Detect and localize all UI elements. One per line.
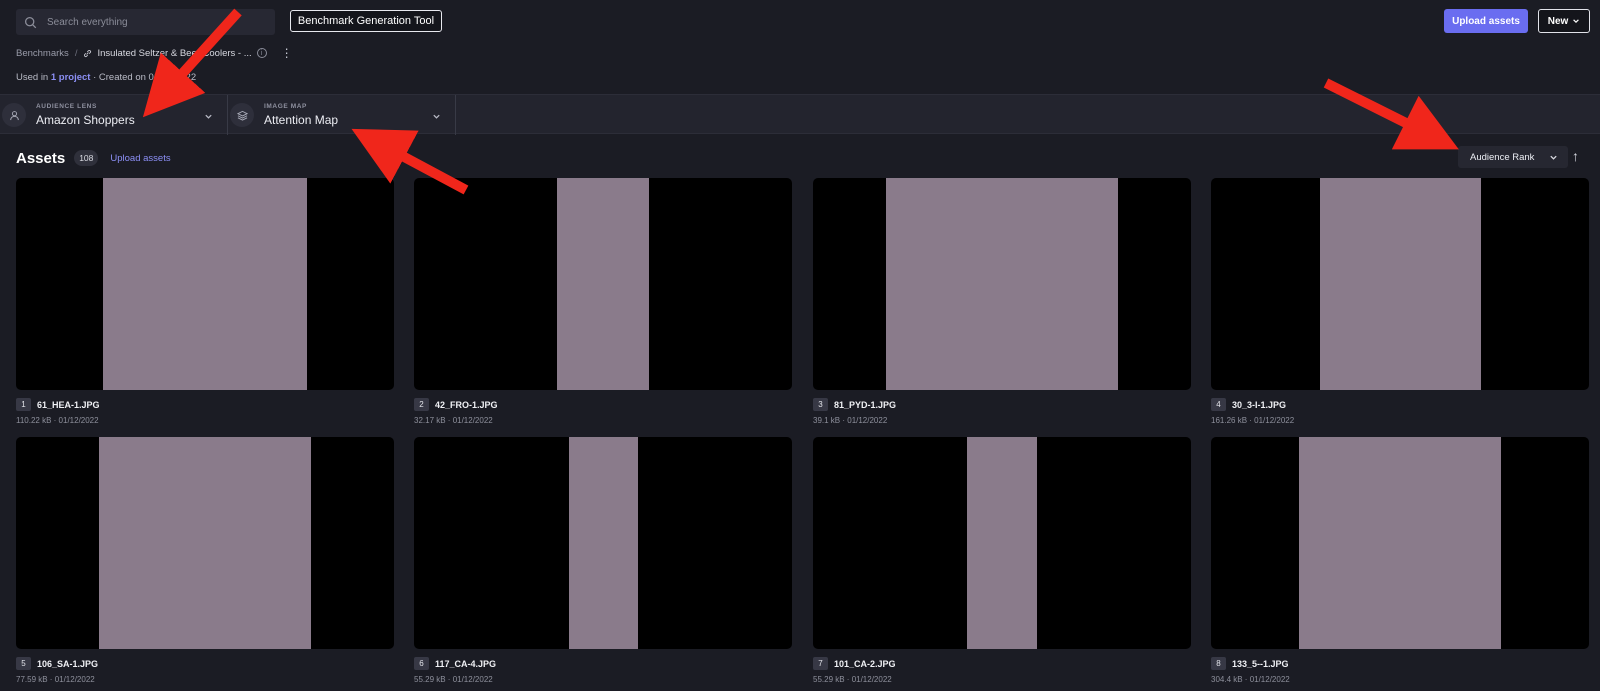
asset-filename: 101_CA-2.JPG xyxy=(834,658,896,669)
asset-rank: 1 xyxy=(16,398,31,411)
asset-filename: 81_PYD-1.JPG xyxy=(834,399,897,410)
audience-lens-label: AUDIENCE LENS xyxy=(36,103,97,110)
breadcrumb-current-label: Insulated Seltzer & Beer Coolers - ... xyxy=(97,47,252,59)
created-date: · Created on 01/12/2022 xyxy=(93,72,197,83)
used-in-label: Used in xyxy=(16,72,49,83)
breadcrumb: Benchmarks / Insulated Seltzer & Beer Co… xyxy=(16,46,293,60)
search-box[interactable] xyxy=(16,9,275,35)
asset-card[interactable]: 8 133_5--1.JPG 304.4 kB · 01/12/2022 xyxy=(1211,437,1589,684)
chevron-down-icon xyxy=(433,114,440,119)
asset-filename: 106_SA-1.JPG xyxy=(37,658,99,669)
new-button[interactable]: New xyxy=(1538,9,1590,33)
chevron-down-icon xyxy=(205,114,212,119)
image-map-value: Attention Map xyxy=(264,113,339,127)
asset-rank: 4 xyxy=(1211,398,1226,411)
breadcrumb-separator: / xyxy=(74,47,78,59)
breadcrumb-benchmarks[interactable]: Benchmarks xyxy=(16,48,69,59)
link-icon xyxy=(84,49,92,57)
attention-map-image xyxy=(1320,178,1481,390)
audience-lens-selector[interactable]: AUDIENCE LENS Amazon Shoppers xyxy=(0,95,228,135)
attention-map-image xyxy=(1299,437,1501,649)
asset-meta: 55.29 kB · 01/12/2022 xyxy=(414,675,493,684)
new-button-label: New xyxy=(1547,15,1569,27)
asset-rank: 7 xyxy=(813,657,828,670)
asset-thumbnail[interactable] xyxy=(414,437,792,649)
attention-map-image xyxy=(99,437,311,649)
asset-filename: 133_5--1.JPG xyxy=(1232,658,1289,669)
sort-select-value: Audience Rank xyxy=(1470,151,1535,163)
asset-rank: 6 xyxy=(414,657,429,670)
attention-map-image xyxy=(967,437,1037,649)
asset-filename: 30_3-I-1.JPG xyxy=(1232,399,1287,410)
asset-card[interactable]: 4 30_3-I-1.JPG 161.26 kB · 01/12/2022 xyxy=(1211,178,1589,425)
asset-meta: 77.59 kB · 01/12/2022 xyxy=(16,675,95,684)
asset-filename: 117_CA-4.JPG xyxy=(435,658,497,669)
asset-meta: 39.1 kB · 01/12/2022 xyxy=(813,416,888,425)
asset-rank: 3 xyxy=(813,398,828,411)
asset-filename: 61_HEA-1.JPG xyxy=(37,399,100,410)
asset-thumbnail[interactable] xyxy=(16,437,394,649)
asset-card[interactable]: 5 106_SA-1.JPG 77.59 kB · 01/12/2022 xyxy=(16,437,394,684)
asset-thumbnail[interactable] xyxy=(414,178,792,390)
attention-map-image xyxy=(557,178,649,390)
upload-assets-button[interactable]: Upload assets xyxy=(1444,9,1528,33)
asset-thumbnail[interactable] xyxy=(1211,178,1589,390)
attention-map-image xyxy=(886,178,1118,390)
image-map-selector[interactable]: IMAGE MAP Attention Map xyxy=(228,95,456,135)
asset-thumbnail[interactable] xyxy=(16,178,394,390)
benchmark-meta: Used in 1 project · Created on 01/12/202… xyxy=(16,72,196,83)
project-link[interactable]: 1 project xyxy=(51,72,91,83)
info-icon[interactable]: i xyxy=(256,48,267,58)
top-bar: Benchmark Generation Tool Upload assets … xyxy=(0,0,1600,44)
assets-header: Assets 108 Upload assets xyxy=(16,148,171,168)
chevron-down-icon xyxy=(1573,19,1580,24)
asset-rank: 5 xyxy=(16,657,31,670)
sort-direction-icon[interactable]: ↑ xyxy=(1572,148,1579,164)
asset-meta: 55.29 kB · 01/12/2022 xyxy=(813,675,892,684)
asset-thumbnail[interactable] xyxy=(813,178,1191,390)
more-options-icon[interactable]: ⋮ xyxy=(281,46,293,60)
layers-icon xyxy=(236,110,248,121)
sort-select[interactable]: Audience Rank xyxy=(1458,146,1568,168)
asset-meta: 304.4 kB · 01/12/2022 xyxy=(1211,675,1290,684)
search-icon xyxy=(24,16,37,28)
image-map-label: IMAGE MAP xyxy=(264,103,307,110)
asset-thumbnail[interactable] xyxy=(1211,437,1589,649)
asset-thumbnail[interactable] xyxy=(813,437,1191,649)
chevron-down-icon xyxy=(1550,155,1557,160)
asset-filename: 42_FRO-1.JPG xyxy=(435,399,498,410)
audience-lens-value: Amazon Shoppers xyxy=(36,113,135,127)
lens-bar: AUDIENCE LENS Amazon Shoppers IMAGE MAP … xyxy=(0,94,1600,135)
assets-count-badge: 108 xyxy=(74,150,99,166)
upload-assets-link[interactable]: Upload assets xyxy=(110,153,170,164)
asset-card[interactable]: 3 81_PYD-1.JPG 39.1 kB · 01/12/2022 xyxy=(813,178,1191,425)
breadcrumb-current: Insulated Seltzer & Beer Coolers - ... i xyxy=(83,47,267,59)
asset-rank: 2 xyxy=(414,398,429,411)
asset-card[interactable]: 2 42_FRO-1.JPG 32.17 kB · 01/12/2022 xyxy=(414,178,792,425)
user-icon xyxy=(9,110,19,120)
asset-card[interactable]: 1 61_HEA-1.JPG 110.22 kB · 01/12/2022 xyxy=(16,178,394,425)
asset-card[interactable]: 7 101_CA-2.JPG 55.29 kB · 01/12/2022 xyxy=(813,437,1191,684)
asset-rank: 8 xyxy=(1211,657,1226,670)
attention-map-image xyxy=(103,178,307,390)
search-input[interactable] xyxy=(47,16,257,28)
asset-meta: 161.26 kB · 01/12/2022 xyxy=(1211,416,1295,425)
asset-meta: 32.17 kB · 01/12/2022 xyxy=(414,416,493,425)
asset-meta: 110.22 kB · 01/12/2022 xyxy=(16,416,99,425)
assets-title: Assets xyxy=(16,149,66,167)
attention-map-image xyxy=(569,437,638,649)
benchmark-generation-tool-button[interactable]: Benchmark Generation Tool xyxy=(290,10,442,32)
asset-card[interactable]: 6 117_CA-4.JPG 55.29 kB · 01/12/2022 xyxy=(414,437,792,684)
